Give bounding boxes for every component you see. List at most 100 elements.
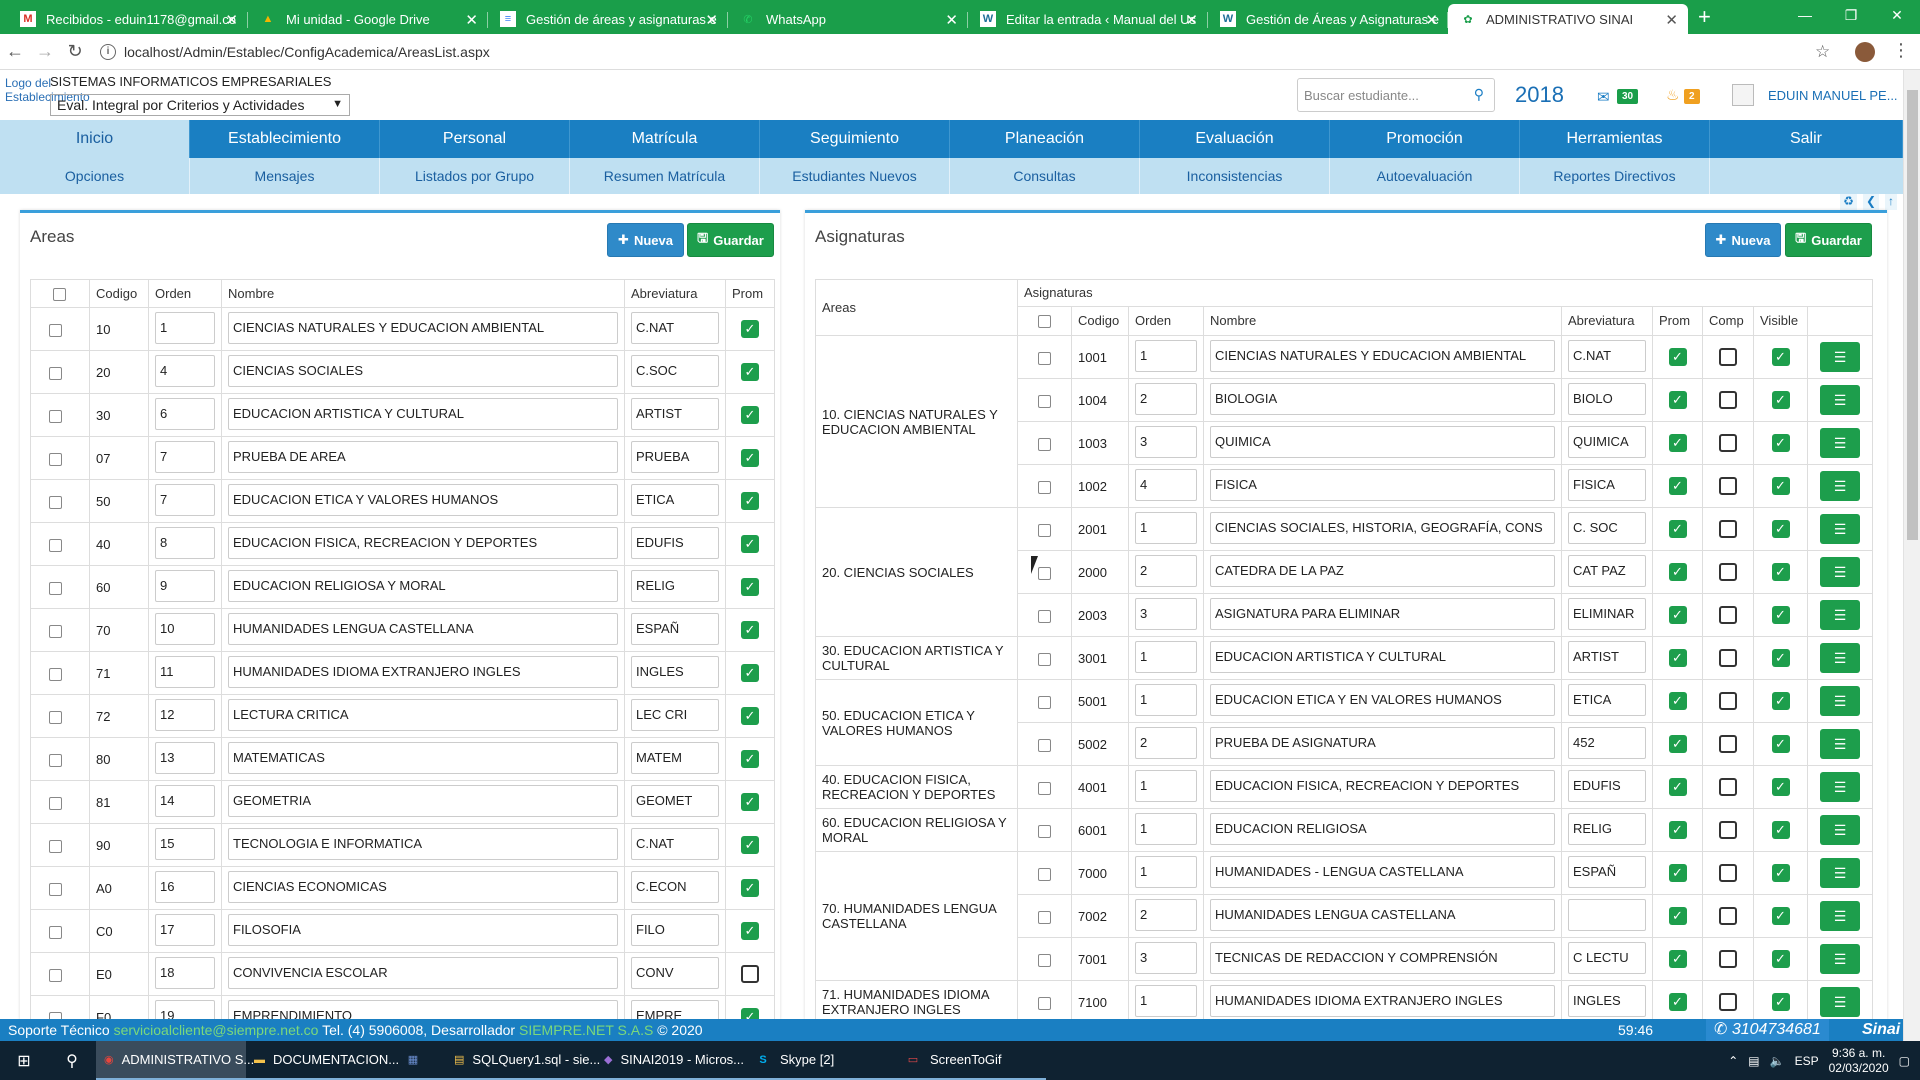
area-orden-input[interactable]: 18: [155, 956, 215, 989]
asignatura-prom-checkbox[interactable]: ✓: [1668, 821, 1687, 839]
select-all-checkbox[interactable]: [1017, 305, 1072, 337]
row-checkbox[interactable]: [49, 323, 62, 337]
list-details-icon[interactable]: ☰: [1820, 815, 1861, 845]
area-abrev-input[interactable]: C.ECON: [631, 870, 719, 903]
asignatura-prom-checkbox[interactable]: ✓: [1668, 692, 1687, 710]
year-selector[interactable]: 2018: [1515, 82, 1564, 108]
row-checkbox[interactable]: [49, 581, 62, 595]
area-nombre-input[interactable]: PRUEBA DE AREA: [228, 440, 618, 473]
taskbar-app[interactable]: ▭ ScreenToGif: [896, 1041, 1046, 1080]
menu-item-salir[interactable]: Salir: [1710, 120, 1903, 158]
network-icon[interactable]: ▤: [1748, 1054, 1759, 1068]
area-nombre-input[interactable]: EDUCACION ETICA Y VALORES HUMANOS: [228, 483, 618, 516]
area-orden-input[interactable]: 11: [155, 655, 215, 688]
row-checkbox[interactable]: [49, 839, 62, 853]
asignatura-nombre-input[interactable]: EDUCACION RELIGIOSA: [1210, 812, 1555, 845]
asignatura-visible-checkbox[interactable]: ✓: [1771, 606, 1790, 624]
area-prom-checkbox[interactable]: ✓: [741, 793, 759, 811]
asignatura-prom-checkbox[interactable]: ✓: [1668, 735, 1687, 753]
row-checkbox[interactable]: [49, 667, 62, 681]
start-icon[interactable]: ⊞: [0, 1041, 48, 1080]
asignatura-orden-input[interactable]: 1: [1135, 640, 1197, 673]
select-all-checkbox[interactable]: [30, 279, 90, 308]
asignatura-prom-checkbox[interactable]: ✓: [1668, 348, 1687, 366]
area-nombre-input[interactable]: CIENCIAS SOCIALES: [228, 354, 618, 387]
row-checkbox[interactable]: [1038, 695, 1051, 709]
asignatura-abrev-input[interactable]: ETICA: [1568, 683, 1646, 716]
asignatura-nombre-input[interactable]: HUMANIDADES - LENGUA CASTELLANA: [1210, 855, 1555, 888]
row-checkbox[interactable]: [1038, 566, 1051, 580]
area-abrev-input[interactable]: ESPAÑ: [631, 612, 719, 645]
notifications-icon[interactable]: ▢: [1899, 1054, 1910, 1068]
close-tab-icon[interactable]: ✕: [1185, 11, 1198, 29]
taskbar-app[interactable]: S Skype [2]: [746, 1041, 896, 1080]
asignatura-abrev-input[interactable]: QUIMICA: [1568, 425, 1646, 458]
taskbar-app[interactable]: ▤ SQLQuery1.sql - sie...: [446, 1041, 600, 1080]
list-details-icon[interactable]: ☰: [1820, 858, 1861, 888]
asignatura-nombre-input[interactable]: CIENCIAS SOCIALES, HISTORIA, GEOGRAFÍA, …: [1210, 511, 1555, 544]
list-details-icon[interactable]: ☰: [1820, 385, 1861, 415]
asignatura-orden-input[interactable]: 1: [1135, 339, 1197, 372]
back-icon[interactable]: ←: [0, 41, 30, 62]
save-asignaturas-button[interactable]: 🖫 Guardar: [1785, 223, 1872, 257]
asignatura-orden-input[interactable]: 1: [1135, 855, 1197, 888]
asignatura-prom-checkbox[interactable]: ✓: [1668, 864, 1687, 882]
area-abrev-input[interactable]: CONV: [631, 956, 719, 989]
list-details-icon[interactable]: ☰: [1820, 772, 1861, 802]
asignatura-prom-checkbox[interactable]: ✓: [1668, 434, 1687, 452]
asignatura-visible-checkbox[interactable]: ✓: [1771, 649, 1790, 667]
asignatura-abrev-input[interactable]: C LECTU: [1568, 941, 1646, 974]
asignatura-comp-checkbox[interactable]: [1719, 477, 1737, 495]
scroll-top-icon[interactable]: ↑: [1885, 194, 1897, 210]
submenu-item[interactable]: Opciones: [0, 158, 190, 194]
row-checkbox[interactable]: [49, 925, 62, 939]
asignatura-prom-checkbox[interactable]: ✓: [1668, 477, 1687, 495]
area-abrev-input[interactable]: EDUFIS: [631, 526, 719, 559]
asignatura-orden-input[interactable]: 2: [1135, 382, 1197, 415]
forward-icon[interactable]: →: [30, 41, 60, 62]
area-prom-checkbox[interactable]: ✓: [741, 621, 759, 639]
asignatura-comp-checkbox[interactable]: [1719, 520, 1737, 538]
area-abrev-input[interactable]: RELIG: [631, 569, 719, 602]
area-orden-input[interactable]: 1: [155, 311, 215, 344]
list-details-icon[interactable]: ☰: [1820, 901, 1861, 931]
volume-icon[interactable]: 🔈: [1770, 1054, 1785, 1068]
asignatura-visible-checkbox[interactable]: ✓: [1771, 864, 1790, 882]
area-abrev-input[interactable]: C.NAT: [631, 311, 719, 344]
new-tab-icon[interactable]: +: [1698, 4, 1711, 30]
asignatura-visible-checkbox[interactable]: ✓: [1771, 563, 1790, 581]
area-prom-checkbox[interactable]: ✓: [741, 836, 759, 854]
area-prom-checkbox[interactable]: ✓: [741, 707, 759, 725]
bookmark-star-icon[interactable]: ☆: [1815, 42, 1830, 62]
browser-tab[interactable]: W Gestión de Áreas y Asignaturas e ✕: [1208, 4, 1448, 34]
asignatura-nombre-input[interactable]: EDUCACION FISICA, RECREACION Y DEPORTES: [1210, 769, 1555, 802]
menu-item-seguimiento[interactable]: Seguimiento: [760, 120, 950, 158]
taskbar-app[interactable]: ◆ SINAI2019 - Micros...: [596, 1041, 746, 1080]
asignatura-abrev-input[interactable]: ARTIST: [1568, 640, 1646, 673]
menu-item-matricula[interactable]: Matrícula: [570, 120, 760, 158]
asignatura-abrev-input[interactable]: C.NAT: [1568, 339, 1646, 372]
asignatura-abrev-input[interactable]: INGLES: [1568, 984, 1646, 1017]
asignatura-prom-checkbox[interactable]: ✓: [1668, 950, 1687, 968]
area-abrev-input[interactable]: C.SOC: [631, 354, 719, 387]
area-orden-input[interactable]: 6: [155, 397, 215, 430]
asignatura-comp-checkbox[interactable]: [1719, 864, 1737, 882]
area-nombre-input[interactable]: CIENCIAS NATURALES Y EDUCACION AMBIENTAL: [228, 311, 618, 344]
submenu-item[interactable]: Resumen Matrícula: [570, 158, 760, 194]
taskbar-app[interactable]: ◉ ADMINISTRATIVO S...: [96, 1041, 254, 1080]
search-icon[interactable]: ⚲: [48, 1041, 96, 1080]
row-checkbox[interactable]: [49, 882, 62, 896]
asignatura-nombre-input[interactable]: QUIMICA: [1210, 425, 1555, 458]
row-checkbox[interactable]: [1038, 351, 1051, 365]
row-checkbox[interactable]: [49, 624, 62, 638]
list-details-icon[interactable]: ☰: [1820, 987, 1861, 1017]
list-details-icon[interactable]: ☰: [1820, 686, 1861, 716]
list-details-icon[interactable]: ☰: [1820, 514, 1861, 544]
area-orden-input[interactable]: 17: [155, 913, 215, 946]
asignatura-visible-checkbox[interactable]: ✓: [1771, 520, 1790, 538]
close-tab-icon[interactable]: ✕: [225, 11, 238, 29]
submenu-item[interactable]: Listados por Grupo: [380, 158, 570, 194]
browser-tab[interactable]: ≡ Gestión de áreas y asignaturas e ✕: [488, 4, 728, 34]
row-checkbox[interactable]: [49, 495, 62, 509]
submenu-item[interactable]: Autoevaluación: [1330, 158, 1520, 194]
